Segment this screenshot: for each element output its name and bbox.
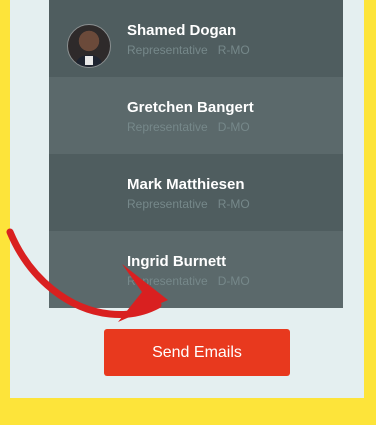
representative-meta: Representative D-MO <box>127 120 250 134</box>
avatar <box>67 24 111 68</box>
representative-party: D-MO <box>217 274 250 288</box>
representative-name: Ingrid Burnett <box>127 253 227 270</box>
representative-party: R-MO <box>217 43 250 57</box>
representative-party: R-MO <box>217 197 250 211</box>
list-item[interactable]: Mark Matthiesen Representative R-MO <box>49 154 343 231</box>
representative-name: Mark Matthiesen <box>127 176 245 193</box>
representative-role: Representative <box>127 274 208 288</box>
list-item[interactable]: Gretchen Bangert Representative D-MO <box>49 77 343 154</box>
representative-meta: Representative R-MO <box>127 197 250 211</box>
list-item[interactable]: Shamed Dogan Representative R-MO <box>49 0 343 77</box>
representative-meta: Representative R-MO <box>127 43 250 57</box>
list-item[interactable]: Ingrid Burnett Representative D-MO <box>49 231 343 308</box>
representative-role: Representative <box>127 197 208 211</box>
representative-list: Shamed Dogan Representative R-MO Gretchen… <box>49 0 343 308</box>
representative-name: Shamed Dogan <box>127 22 237 39</box>
send-emails-button[interactable]: Send Emails <box>104 329 290 376</box>
representative-role: Representative <box>127 120 208 134</box>
representative-role: Representative <box>127 43 208 57</box>
representative-name: Gretchen Bangert <box>127 99 254 116</box>
representative-party: D-MO <box>217 120 250 134</box>
representative-meta: Representative D-MO <box>127 274 250 288</box>
